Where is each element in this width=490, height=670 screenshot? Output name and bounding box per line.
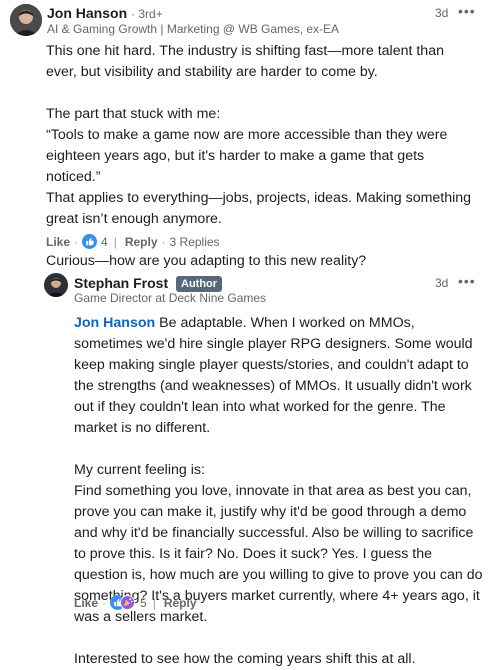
reply-button[interactable]: Reply [125, 235, 158, 249]
comment-paragraph: The part that stuck with me: [46, 106, 221, 122]
author-headline: Game Director at Deck Nine Games [74, 291, 267, 305]
like-button[interactable]: Like [46, 235, 70, 249]
separator-dot: · [102, 595, 107, 610]
comment-author[interactable]: Jon Hanson · 3rd+ [47, 5, 163, 21]
reaction-summary[interactable] [110, 595, 136, 610]
more-options-button[interactable]: ••• [458, 3, 476, 19]
ellipsis-icon: ••• [458, 3, 476, 19]
reaction-summary[interactable] [82, 234, 98, 249]
comment-quote: “Tools to make a game now are more acces… [46, 127, 448, 185]
reply-paragraph: Interested to see how the coming years s… [74, 651, 416, 667]
like-reaction-icon [82, 234, 98, 249]
avatar-photo-icon [10, 4, 42, 36]
separator-bar: | [152, 595, 156, 610]
comment-paragraph: That applies to everything—jobs, project… [46, 190, 472, 227]
reply-actions: Like · 5 | Reply [74, 595, 197, 610]
replies-link[interactable]: 3 Replies [170, 235, 220, 249]
reply-paragraph: My current feeling is: [74, 462, 205, 478]
connection-degree: · 3rd+ [131, 7, 163, 21]
reply-author[interactable]: Stephan Frost Author [74, 275, 223, 292]
comment-paragraph: This one hit hard. The industry is shift… [46, 43, 444, 80]
comment-time: 3d [435, 6, 449, 20]
ellipsis-icon: ••• [458, 273, 476, 289]
like-count[interactable]: 5 [140, 596, 147, 610]
author-headline: AI & Gaming Growth | Marketing @ WB Game… [47, 22, 340, 36]
like-count[interactable]: 4 [101, 235, 108, 249]
reply-paragraph: Jon Hanson Be adaptable. When I worked o… [74, 313, 484, 439]
separator-dot: · [161, 234, 166, 249]
mention-link[interactable]: Jon Hanson [74, 315, 155, 331]
author-name[interactable]: Jon Hanson [47, 5, 127, 21]
reply-text: Be adaptable. When I worked on MMOs, som… [74, 315, 473, 436]
comment-paragraph: Curious—how are you adapting to this new… [46, 253, 367, 269]
more-options-button[interactable]: ••• [458, 273, 476, 289]
reply-button[interactable]: Reply [164, 596, 197, 610]
separator-dot: · [74, 234, 79, 249]
reply-time: 3d [435, 276, 449, 290]
author-name[interactable]: Stephan Frost [74, 275, 168, 291]
author-badge: Author [176, 276, 223, 292]
separator-bar: | [113, 234, 117, 249]
avatar[interactable] [10, 4, 42, 36]
celebrate-reaction-icon [120, 595, 136, 610]
reply-body: Jon Hanson Be adaptable. When I worked o… [74, 313, 484, 670]
avatar[interactable] [44, 273, 68, 297]
avatar-photo-icon [44, 273, 68, 297]
like-button[interactable]: Like [74, 596, 98, 610]
comment-actions: Like · 4 | Reply · 3 Replies [46, 234, 220, 249]
